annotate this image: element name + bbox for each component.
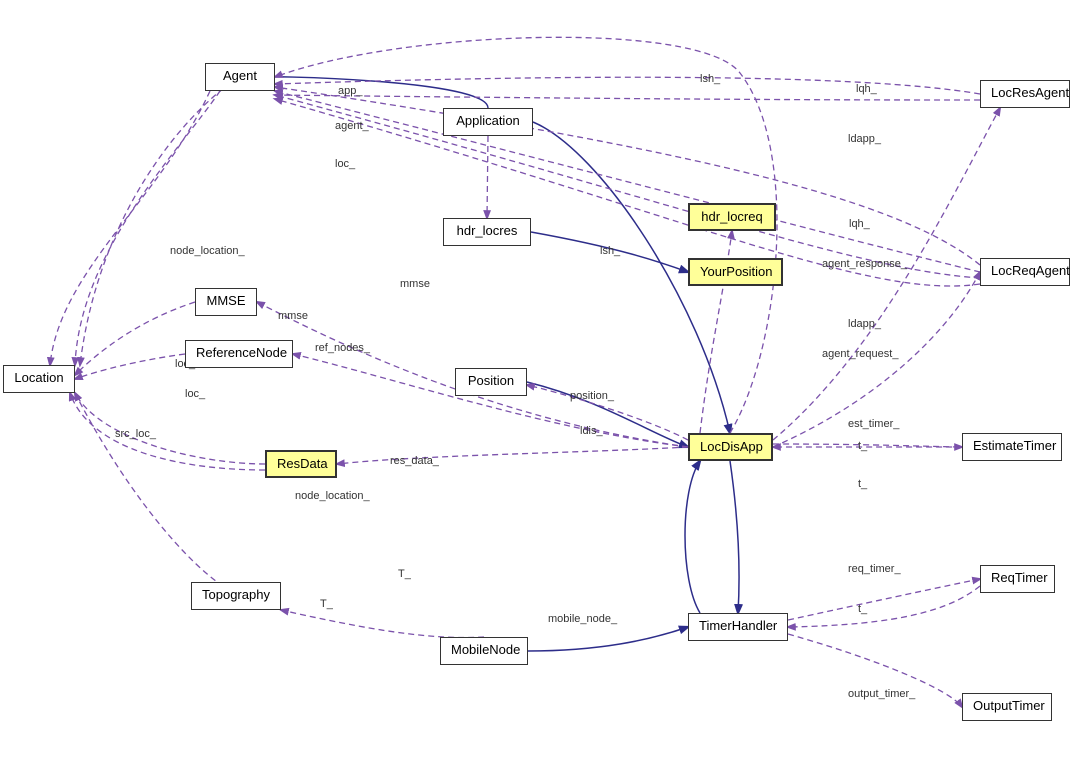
edge-label-14: lsh_ bbox=[600, 245, 620, 257]
edge-label-16: lqh_ bbox=[856, 83, 877, 95]
edge-label-24: t_ bbox=[858, 478, 867, 490]
node-reqtimer: ReqTimer bbox=[980, 565, 1055, 593]
node-timerhandler: TimerHandler bbox=[688, 613, 788, 641]
node-application: Application bbox=[443, 108, 533, 136]
diagram-container: Agent Application hdr_locres MMSE ReferenceN… bbox=[0, 0, 1080, 761]
edge-label-2: loc_ bbox=[335, 158, 355, 170]
edge-label-9: src_loc_ bbox=[115, 428, 156, 440]
edge-label-11: res_data_ bbox=[390, 455, 439, 467]
edge-label-5: mmse bbox=[278, 310, 308, 322]
edge-label-3: node_location_ bbox=[170, 245, 245, 257]
node-topography: Topography bbox=[191, 582, 281, 610]
edge-label-28: T_ bbox=[398, 568, 411, 580]
edge-label-25: req_timer_ bbox=[848, 563, 901, 575]
node-referencenode: ReferenceNode bbox=[185, 340, 293, 368]
edge-label-22: est_timer_ bbox=[848, 418, 899, 430]
edge-label-13: ldis_ bbox=[580, 425, 603, 437]
edge-label-19: agent_response_ bbox=[822, 258, 907, 270]
edge-label-15: lsh_ bbox=[700, 73, 720, 85]
node-estimatetimer: EstimateTimer bbox=[962, 433, 1062, 461]
node-locresagent: LocResAgent bbox=[980, 80, 1070, 108]
diagram-svg bbox=[0, 0, 1080, 761]
node-resdata: ResData bbox=[265, 450, 337, 478]
node-outputtimer: OutputTimer bbox=[962, 693, 1052, 721]
edge-label-26: t_ bbox=[858, 603, 867, 615]
edge-label-12: node_location_ bbox=[295, 490, 370, 502]
edge-label-20: ldapp_ bbox=[848, 318, 881, 330]
edge-label-23: t_ bbox=[858, 440, 867, 452]
edge-label-4: mmse bbox=[400, 278, 430, 290]
edge-label-10: position_ bbox=[570, 390, 614, 402]
node-mobilenode: MobileNode bbox=[440, 637, 528, 665]
node-locdisapp: LocDisApp bbox=[688, 433, 773, 461]
node-mmse: MMSE bbox=[195, 288, 257, 316]
edge-label-21: agent_request_ bbox=[822, 348, 898, 360]
node-position: Position bbox=[455, 368, 527, 396]
edge-label-0: app_ bbox=[338, 85, 362, 97]
node-yourposition: YourPosition bbox=[688, 258, 783, 286]
node-hdr_locres: hdr_locres bbox=[443, 218, 531, 246]
edge-label-8: loc_ bbox=[185, 388, 205, 400]
node-hdr_locreq: hdr_locreq bbox=[688, 203, 776, 231]
edge-label-1: agent_ bbox=[335, 120, 369, 132]
edge-label-6: ref_nodes_ bbox=[315, 342, 370, 354]
edge-label-17: ldapp_ bbox=[848, 133, 881, 145]
edge-label-30: output_timer_ bbox=[848, 688, 915, 700]
edge-label-29: T_ bbox=[320, 598, 333, 610]
edge-label-27: mobile_node_ bbox=[548, 613, 617, 625]
edge-label-18: lqh_ bbox=[849, 218, 870, 230]
node-location: Location bbox=[3, 365, 75, 393]
node-locreqagent: LocReqAgent bbox=[980, 258, 1070, 286]
node-agent: Agent bbox=[205, 63, 275, 91]
